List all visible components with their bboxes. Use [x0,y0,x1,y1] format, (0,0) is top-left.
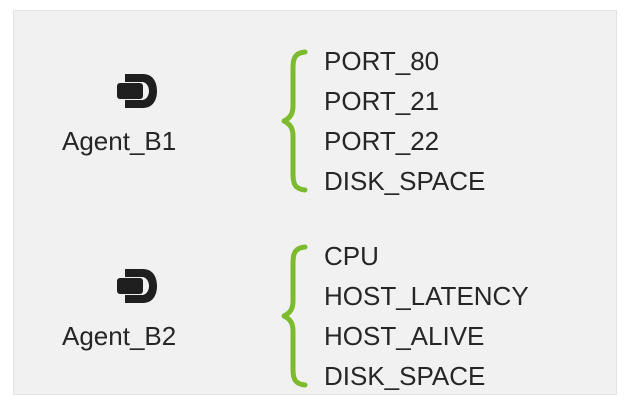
metric-item: HOST_LATENCY [324,281,529,311]
brace-icon [281,244,308,388]
agent-icon [115,72,159,110]
metric-item: PORT_80 [324,46,440,76]
metric-item: CPU [324,241,379,271]
metric-item: HOST_ALIVE [324,321,485,351]
metric-list: PORT_80 PORT_21 PORT_22 DISK_SPACE [324,41,485,201]
metric-list: CPU HOST_LATENCY HOST_ALIVE DISK_SPACE [324,236,529,396]
agent-group-b2: Agent_B2 CPU HOST_LATENCY HOST_ALIVE DIS… [14,236,618,396]
metric-item: DISK_SPACE [324,166,486,196]
metric-item: PORT_22 [324,126,440,156]
agent-metrics-panel: Agent_B1 PORT_80 PORT_21 PORT_22 DISK_SP… [13,10,617,395]
metric-item: PORT_21 [324,86,440,116]
agent-group-b1: Agent_B1 PORT_80 PORT_21 PORT_22 DISK_SP… [14,41,618,201]
metric-item: DISK_SPACE [324,361,486,391]
agent-icon [115,267,159,305]
agent-name: Agent_B2 [62,321,177,351]
brace-icon [281,49,308,193]
agent-name: Agent_B1 [62,126,177,156]
